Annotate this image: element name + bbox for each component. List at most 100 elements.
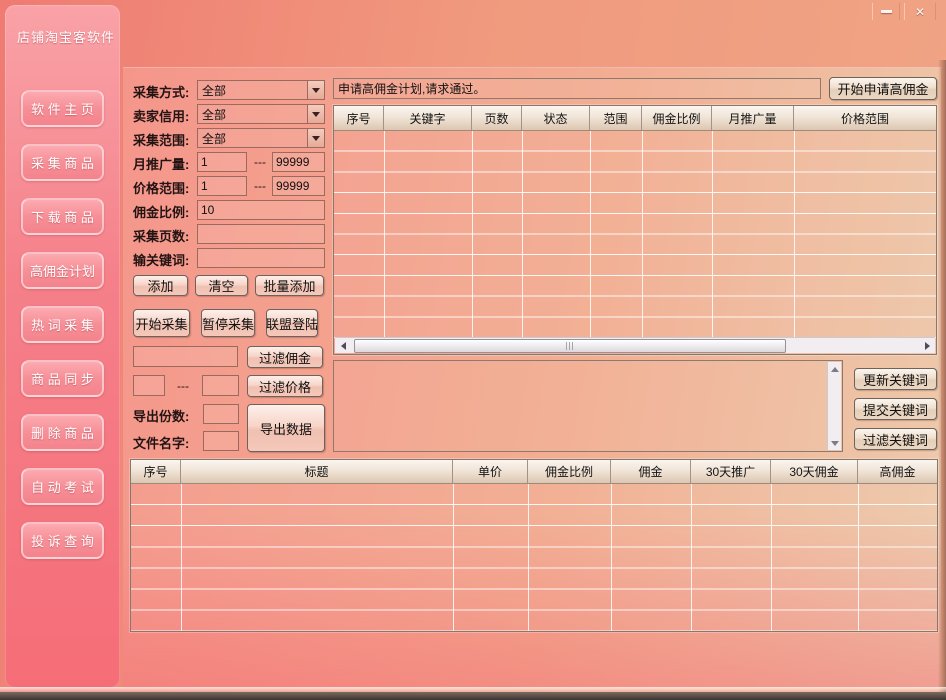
sidebar-item-collect-goods[interactable]: 采 集 商 品 bbox=[21, 144, 104, 181]
filter-commission-button[interactable]: 过滤佣金 bbox=[247, 346, 323, 368]
table-gridlines bbox=[131, 484, 937, 631]
filter-price-from-input[interactable] bbox=[133, 375, 165, 396]
column-header[interactable]: 状态 bbox=[522, 106, 590, 130]
apply-high-commission-button[interactable]: 开始申请高佣金 bbox=[829, 77, 937, 100]
column-header[interactable]: 序号 bbox=[334, 106, 384, 130]
scroll-right-button[interactable] bbox=[919, 338, 935, 354]
input-keyword-input[interactable] bbox=[197, 248, 325, 268]
monthly-promo-from-input[interactable] bbox=[197, 152, 247, 172]
scroll-left-icon bbox=[341, 342, 346, 350]
collect-method-select[interactable]: 全部 bbox=[197, 80, 325, 100]
column-header[interactable]: 标题 bbox=[181, 460, 453, 483]
keyword-table-header: 序号 关键字 页数 状态 范围 佣金比例 月推广量 价格范围 bbox=[334, 106, 936, 131]
sidebar-item-label: 下 载 商 品 bbox=[31, 207, 94, 226]
sidebar-item-label: 商 品 同 步 bbox=[31, 369, 94, 388]
sidebar-item-download-goods[interactable]: 下 载 商 品 bbox=[21, 198, 104, 235]
sidebar-item-complaint-query[interactable]: 投 诉 查 询 bbox=[21, 522, 104, 559]
sidebar-item-hot-words[interactable]: 热 词 采 集 bbox=[21, 306, 104, 343]
sidebar-item-high-commission[interactable]: 高佣金计划 bbox=[21, 252, 104, 289]
minimize-button[interactable] bbox=[872, 3, 900, 20]
price-range-label: 价格范围: bbox=[133, 178, 189, 197]
submit-keywords-button[interactable]: 提交关键词 bbox=[854, 398, 937, 420]
dropdown-arrow-icon[interactable] bbox=[307, 129, 324, 147]
filter-price-to-input[interactable] bbox=[202, 375, 239, 396]
product-table-body bbox=[131, 484, 937, 631]
product-table-header: 序号 标题 单价 佣金比例 佣金 30天推广 30天佣金 高佣金 bbox=[131, 460, 937, 484]
monthly-promo-to-input[interactable] bbox=[272, 152, 325, 172]
column-header[interactable]: 序号 bbox=[131, 460, 181, 483]
sidebar-item-delete-goods[interactable]: 删 除 商 品 bbox=[21, 414, 104, 451]
close-button[interactable]: ✕ bbox=[904, 3, 936, 20]
seller-credit-select[interactable]: 全部 bbox=[197, 104, 325, 124]
sidebar-item-label: 软 件 主 页 bbox=[31, 99, 94, 118]
filter-commission-input[interactable] bbox=[133, 346, 238, 367]
price-range-from-input[interactable] bbox=[197, 176, 247, 196]
alliance-login-button[interactable]: 联盟登陆 bbox=[266, 309, 318, 337]
commission-ratio-label: 佣金比例: bbox=[133, 202, 189, 221]
column-header[interactable]: 价格范围 bbox=[794, 106, 936, 130]
sidebar-item-goods-sync[interactable]: 商 品 同 步 bbox=[21, 360, 104, 397]
column-header[interactable]: 30天佣金 bbox=[771, 460, 858, 483]
export-copies-input[interactable] bbox=[203, 404, 239, 424]
input-keyword-label: 输关键词: bbox=[133, 250, 189, 269]
collect-scope-label: 采集范围: bbox=[133, 130, 189, 149]
export-copies-label: 导出份数: bbox=[133, 406, 189, 425]
column-header[interactable]: 范围 bbox=[590, 106, 642, 130]
scrollbar-thumb[interactable] bbox=[354, 339, 786, 353]
column-header[interactable]: 页数 bbox=[472, 106, 522, 130]
window-bottom-edge bbox=[0, 692, 946, 700]
batch-add-button[interactable]: 批量添加 bbox=[255, 275, 324, 296]
export-data-button[interactable]: 导出数据 bbox=[247, 404, 325, 452]
collect-method-value: 全部 bbox=[198, 81, 307, 99]
pause-collect-button[interactable]: 暂停采集 bbox=[201, 309, 255, 337]
sidebar-item-label: 投 诉 查 询 bbox=[31, 531, 94, 550]
collect-scope-select[interactable]: 全部 bbox=[197, 128, 325, 148]
plan-message-text: 申请高佣金计划,请求通过。 bbox=[338, 80, 485, 97]
keyword-table-body bbox=[334, 131, 936, 338]
vertical-scrollbar[interactable] bbox=[827, 362, 841, 450]
sidebar-item-label: 热 词 采 集 bbox=[31, 315, 94, 334]
commission-ratio-input[interactable] bbox=[197, 200, 325, 220]
clear-button[interactable]: 清空 bbox=[195, 275, 248, 296]
column-header[interactable]: 佣金 bbox=[611, 460, 691, 483]
column-header[interactable]: 佣金比例 bbox=[528, 460, 611, 483]
sidebar-item-software-home[interactable]: 软 件 主 页 bbox=[21, 90, 104, 127]
range-separator: --- bbox=[250, 152, 270, 172]
scrollbar-grip-icon bbox=[566, 342, 575, 350]
close-icon: ✕ bbox=[915, 5, 925, 19]
plan-message-box[interactable]: 申请高佣金计划,请求通过。 bbox=[333, 78, 821, 99]
column-header[interactable]: 单价 bbox=[453, 460, 528, 483]
scroll-down-button[interactable] bbox=[828, 436, 842, 450]
range-separator: --- bbox=[169, 375, 197, 396]
column-header[interactable]: 关键字 bbox=[384, 106, 472, 130]
sidebar-item-auto-exam[interactable]: 自 动 考 试 bbox=[21, 468, 104, 505]
sidebar-item-label: 删 除 商 品 bbox=[31, 423, 94, 442]
filter-price-button[interactable]: 过滤价格 bbox=[247, 375, 323, 397]
collect-pages-input[interactable] bbox=[197, 224, 325, 244]
column-header[interactable]: 30天推广 bbox=[691, 460, 771, 483]
column-header[interactable]: 佣金比例 bbox=[642, 106, 712, 130]
update-keywords-button[interactable]: 更新关键词 bbox=[854, 368, 937, 390]
column-header[interactable]: 高佣金 bbox=[858, 460, 937, 483]
collect-method-label: 采集方式: bbox=[133, 82, 189, 101]
dropdown-arrow-icon[interactable] bbox=[307, 105, 324, 123]
window-right-edge bbox=[938, 60, 946, 692]
filter-keywords-button[interactable]: 过滤关键词 bbox=[854, 428, 937, 450]
collect-pages-label: 采集页数: bbox=[133, 226, 189, 245]
horizontal-scrollbar[interactable] bbox=[335, 337, 935, 353]
main-panel: 采集方式: 全部 卖家信用: 全部 采集范围: 全部 月推广量: --- 价格范… bbox=[123, 67, 941, 688]
sidebar-item-label: 高佣金计划 bbox=[30, 261, 95, 280]
keyword-log-textarea[interactable] bbox=[333, 360, 843, 452]
file-name-input[interactable] bbox=[203, 431, 239, 451]
add-button[interactable]: 添加 bbox=[133, 275, 188, 296]
scroll-up-button[interactable] bbox=[828, 362, 842, 376]
start-collect-button[interactable]: 开始采集 bbox=[133, 309, 190, 337]
dropdown-arrow-icon[interactable] bbox=[307, 81, 324, 99]
scroll-left-button[interactable] bbox=[335, 338, 351, 354]
scroll-down-icon bbox=[831, 441, 839, 446]
sidebar: 店铺淘宝客软件 软 件 主 页 采 集 商 品 下 载 商 品 高佣金计划 热 … bbox=[5, 5, 120, 688]
column-header[interactable]: 月推广量 bbox=[712, 106, 794, 130]
file-name-label: 文件名字: bbox=[133, 433, 189, 452]
price-range-to-input[interactable] bbox=[272, 176, 325, 196]
seller-credit-value: 全部 bbox=[198, 105, 307, 123]
